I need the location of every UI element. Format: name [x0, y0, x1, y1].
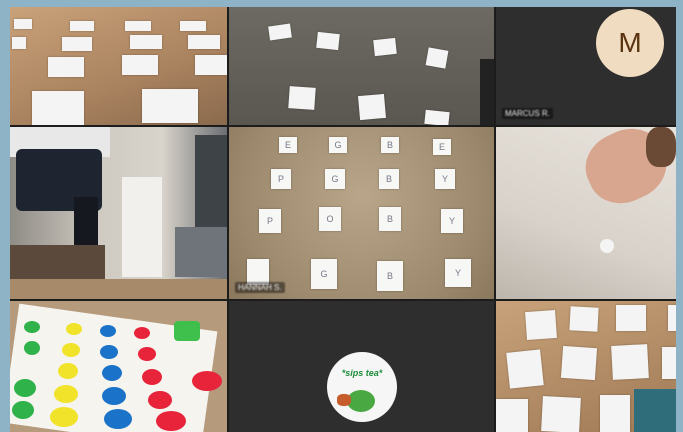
teacup-icon [337, 394, 351, 406]
avatar-initial: M [618, 27, 642, 58]
participant-tile-5[interactable]: E G B E P G B Y P O B Y G B Y HANNAH S. [229, 127, 494, 299]
letter-card: G [329, 137, 347, 153]
participant-tile-2[interactable] [229, 7, 494, 125]
letter-card: O [319, 207, 341, 231]
mat-spot-yellow [58, 363, 78, 379]
mat-spot-yellow [66, 323, 82, 335]
paper-sheet [425, 47, 449, 69]
hair [646, 127, 676, 167]
mat-spot-green [14, 379, 36, 397]
paper-sheet [373, 37, 397, 57]
letter-card: E [433, 139, 451, 155]
avatar: *sips tea* [327, 352, 397, 422]
participant-grid: M MARCUS R. E G B E P G B Y P O B Y G B … [10, 7, 676, 432]
paper-sheet [180, 21, 206, 31]
paper-sheet [316, 31, 340, 51]
mat-spot-red [156, 411, 186, 431]
door [122, 177, 162, 277]
paper-sheet [560, 345, 598, 381]
letter-card: B [379, 207, 401, 231]
participant-tile-6[interactable] [496, 127, 676, 299]
paper-sheet [496, 399, 528, 432]
paper-sheet [12, 37, 26, 49]
paper-sheet [600, 395, 630, 432]
mat-spot-blue [102, 365, 122, 381]
paper-sheet [616, 305, 646, 331]
paper-sheet [569, 306, 599, 332]
letter-card: E [279, 137, 297, 153]
participant-tile-1[interactable] [10, 7, 227, 125]
paper-sheet [48, 57, 84, 77]
mat-spot-green [24, 321, 40, 333]
participant-name: MARCUS R. [502, 108, 553, 119]
paper-sheet [288, 86, 316, 110]
letter-card: P [259, 209, 281, 233]
light-switch [600, 239, 614, 253]
toy [174, 321, 200, 341]
letter-card: Y [445, 259, 471, 287]
paper-sheet [268, 23, 292, 41]
paper-sheet [188, 35, 220, 49]
paper-sheet [142, 89, 198, 123]
mat-spot-blue [102, 387, 126, 405]
letter-card: G [311, 259, 337, 289]
sofa [10, 245, 105, 281]
paper-sheet [424, 109, 450, 125]
paper-sheet [541, 396, 581, 432]
paper-sheet [611, 344, 649, 380]
paper-sheet [70, 21, 94, 31]
mat-spot-red [134, 327, 150, 339]
letter-card: Y [441, 209, 463, 233]
ball [192, 371, 222, 391]
paper-sheet [358, 93, 386, 121]
paper-sheet [62, 37, 92, 51]
paper-sheet [525, 309, 557, 341]
armchair [175, 227, 227, 277]
paper-sheet [662, 347, 676, 379]
letter-card: P [271, 169, 291, 189]
self-view-thumbnail [634, 389, 676, 432]
sticker-caption: *sips tea* [341, 368, 383, 378]
letter-card: G [325, 169, 345, 189]
participant-tile-9[interactable] [496, 301, 676, 432]
avatar: M [596, 9, 664, 77]
paper-sheet [14, 19, 32, 29]
paper-sheet [668, 305, 676, 331]
mat-spot-blue [100, 325, 116, 337]
participant-name: HANNAH S. [235, 282, 285, 293]
paper-sheet [125, 21, 151, 31]
participant-tile-3[interactable]: M MARCUS R. [496, 7, 676, 125]
mat-spot-yellow [50, 407, 78, 427]
mat-spot-yellow [54, 385, 78, 403]
mat-spot-red [142, 369, 162, 385]
letter-card: B [379, 169, 399, 189]
letter-card: Y [435, 169, 455, 189]
mat-spot-blue [104, 409, 132, 429]
paper-sheet [506, 349, 544, 389]
participant-tile-7[interactable] [10, 301, 227, 432]
participant-tile-4[interactable] [10, 127, 227, 299]
paper-sheet [122, 55, 158, 75]
mat-spot-blue [100, 345, 118, 359]
letter-card: B [381, 137, 399, 153]
paper-sheet [195, 55, 227, 75]
paper-sheet [130, 35, 162, 49]
mat-spot-green [24, 341, 40, 355]
participant-tile-8[interactable]: *sips tea* [229, 301, 494, 432]
mat-spot-red [138, 347, 156, 361]
letter-card: B [377, 261, 403, 291]
paper-sheet [32, 91, 84, 125]
mat-spot-red [148, 391, 172, 409]
floor [10, 279, 227, 299]
video-call-window: M MARCUS R. E G B E P G B Y P O B Y G B … [0, 0, 683, 432]
person-silhouette [480, 59, 494, 125]
mat-spot-green [12, 401, 34, 419]
frog-icon [347, 390, 375, 412]
mat-spot-yellow [62, 343, 80, 357]
